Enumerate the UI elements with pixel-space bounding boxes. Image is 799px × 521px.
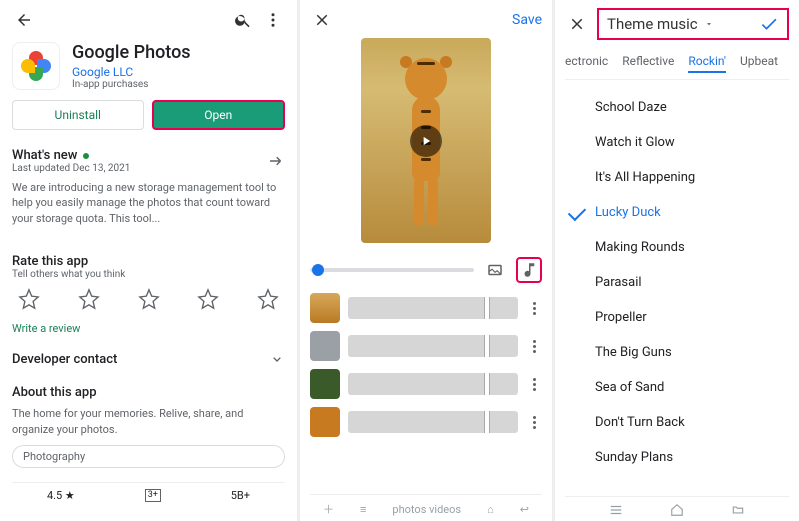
dropdown-label: Theme music (607, 15, 698, 33)
menu-icon[interactable]: ≡ (360, 503, 366, 516)
star-1[interactable] (18, 288, 40, 310)
clip-thumb[interactable] (310, 407, 340, 437)
nav-home-icon[interactable] (667, 503, 687, 517)
nav-bar (565, 496, 789, 521)
editor-bottom-bar: ＋ ≡ photos videos ⌂ ↩ (310, 494, 542, 521)
chevron-down-icon (269, 351, 285, 367)
clip-bar[interactable] (348, 373, 518, 395)
clip-more-icon[interactable] (526, 378, 542, 391)
clip-bar[interactable] (348, 411, 518, 433)
star-5[interactable] (257, 288, 279, 310)
add-icon[interactable]: ＋ (323, 501, 334, 517)
clip-thumb[interactable] (310, 369, 340, 399)
play-icon[interactable] (410, 125, 442, 157)
clip-more-icon[interactable] (526, 416, 542, 429)
whats-new-row[interactable]: What's new Last updated Dec 13, 2021 (12, 148, 285, 174)
stats-row: 4.5 ★ 3+ 5B+ (12, 482, 285, 502)
nav-menu-icon[interactable] (606, 503, 626, 517)
open-button[interactable]: Open (152, 100, 286, 130)
clip-row (310, 369, 542, 399)
scrubber[interactable] (310, 268, 474, 272)
stat-age: 3+ (145, 489, 161, 502)
clip-thumb[interactable] (310, 293, 340, 323)
star-2[interactable] (78, 288, 100, 310)
tab-ectronic[interactable]: ectronic (565, 54, 608, 73)
star-row (12, 280, 285, 318)
clip-row (310, 331, 542, 361)
song-item[interactable]: Lucky Duck (565, 195, 789, 230)
song-item[interactable]: Parasail (565, 265, 789, 300)
star-3[interactable] (138, 288, 160, 310)
last-updated: Last updated Dec 13, 2021 (12, 163, 130, 174)
category-chip[interactable]: Photography (12, 445, 285, 468)
save-button[interactable]: Save (512, 12, 542, 28)
publisher-link[interactable]: Google LLC (72, 65, 191, 79)
song-item[interactable]: Watch it Glow (565, 125, 789, 160)
song-item[interactable]: It's All Happening (565, 160, 789, 195)
top-bar (12, 8, 285, 32)
song-item[interactable]: The Big Guns (565, 335, 789, 370)
stat-downloads: 5B+ (231, 489, 250, 502)
genre-tabs: ectronic Reflective Rockin' Upbeat (565, 54, 789, 80)
write-review-link[interactable]: Write a review (12, 322, 285, 335)
whats-new-label: What's new (12, 148, 77, 163)
tab-upbeat[interactable]: Upbeat (740, 54, 778, 73)
iap-note: In-app purchases (72, 79, 191, 90)
tab-reflective[interactable]: Reflective (622, 54, 674, 73)
clip-bar[interactable] (348, 335, 518, 357)
bottom-text: photos videos (392, 503, 461, 516)
app-title: Google Photos (72, 42, 191, 63)
music-icon[interactable] (516, 257, 542, 283)
chevron-right-icon (267, 152, 285, 170)
about-row[interactable]: About this app (12, 385, 285, 400)
stat-rating: 4.5 ★ (47, 489, 75, 502)
clip-thumb[interactable] (310, 331, 340, 361)
song-item[interactable]: Sunday Plans (565, 440, 789, 475)
whats-new-desc: We are introducing a new storage managem… (12, 180, 285, 226)
movie-editor-pane: Save (300, 0, 555, 521)
music-source-dropdown[interactable]: Theme music (597, 8, 789, 40)
google-photos-logo (23, 53, 49, 79)
search-icon[interactable] (231, 8, 255, 32)
song-item[interactable]: School Daze (565, 90, 789, 125)
song-list: School DazeWatch it GlowIt's All Happeni… (565, 90, 789, 475)
close-icon[interactable] (565, 12, 589, 36)
about-title: About this app (12, 385, 97, 400)
back-icon[interactable] (12, 8, 36, 32)
about-desc: The home for your memories. Relive, shar… (12, 406, 285, 437)
clip-row (310, 293, 542, 323)
app-header: Google Photos Google LLC In-app purchase… (12, 42, 285, 90)
undo-icon[interactable]: ↩ (520, 503, 529, 516)
play-store-pane: Google Photos Google LLC In-app purchase… (0, 0, 300, 521)
rate-sub: Tell others what you think (12, 269, 285, 280)
star-4[interactable] (197, 288, 219, 310)
theme-music-pane: Theme music ectronic Reflective Rockin' Upb… (555, 0, 799, 521)
chevron-down-icon (704, 19, 714, 29)
clip-row (310, 407, 542, 437)
developer-contact-label: Developer contact (12, 352, 117, 367)
new-dot-icon (83, 153, 89, 159)
confirm-check-icon[interactable] (759, 14, 779, 34)
clip-more-icon[interactable] (526, 340, 542, 353)
song-item[interactable]: Propeller (565, 300, 789, 335)
song-item[interactable]: Don't Turn Back (565, 405, 789, 440)
song-item[interactable]: Sea of Sand (565, 370, 789, 405)
clip-more-icon[interactable] (526, 302, 542, 315)
song-item[interactable]: Making Rounds (565, 230, 789, 265)
clip-bar[interactable] (348, 297, 518, 319)
video-preview[interactable] (361, 38, 491, 243)
aspect-icon[interactable] (482, 257, 508, 283)
close-icon[interactable] (310, 8, 334, 32)
developer-contact-row[interactable]: Developer contact (12, 351, 285, 367)
tab-rockin[interactable]: Rockin' (688, 54, 726, 73)
more-icon[interactable] (261, 8, 285, 32)
clip-list (310, 293, 542, 437)
home-icon[interactable]: ⌂ (487, 503, 494, 516)
rate-title: Rate this app (12, 254, 285, 269)
nav-back-icon[interactable] (728, 503, 748, 517)
app-icon (12, 42, 60, 90)
uninstall-button[interactable]: Uninstall (12, 100, 144, 130)
